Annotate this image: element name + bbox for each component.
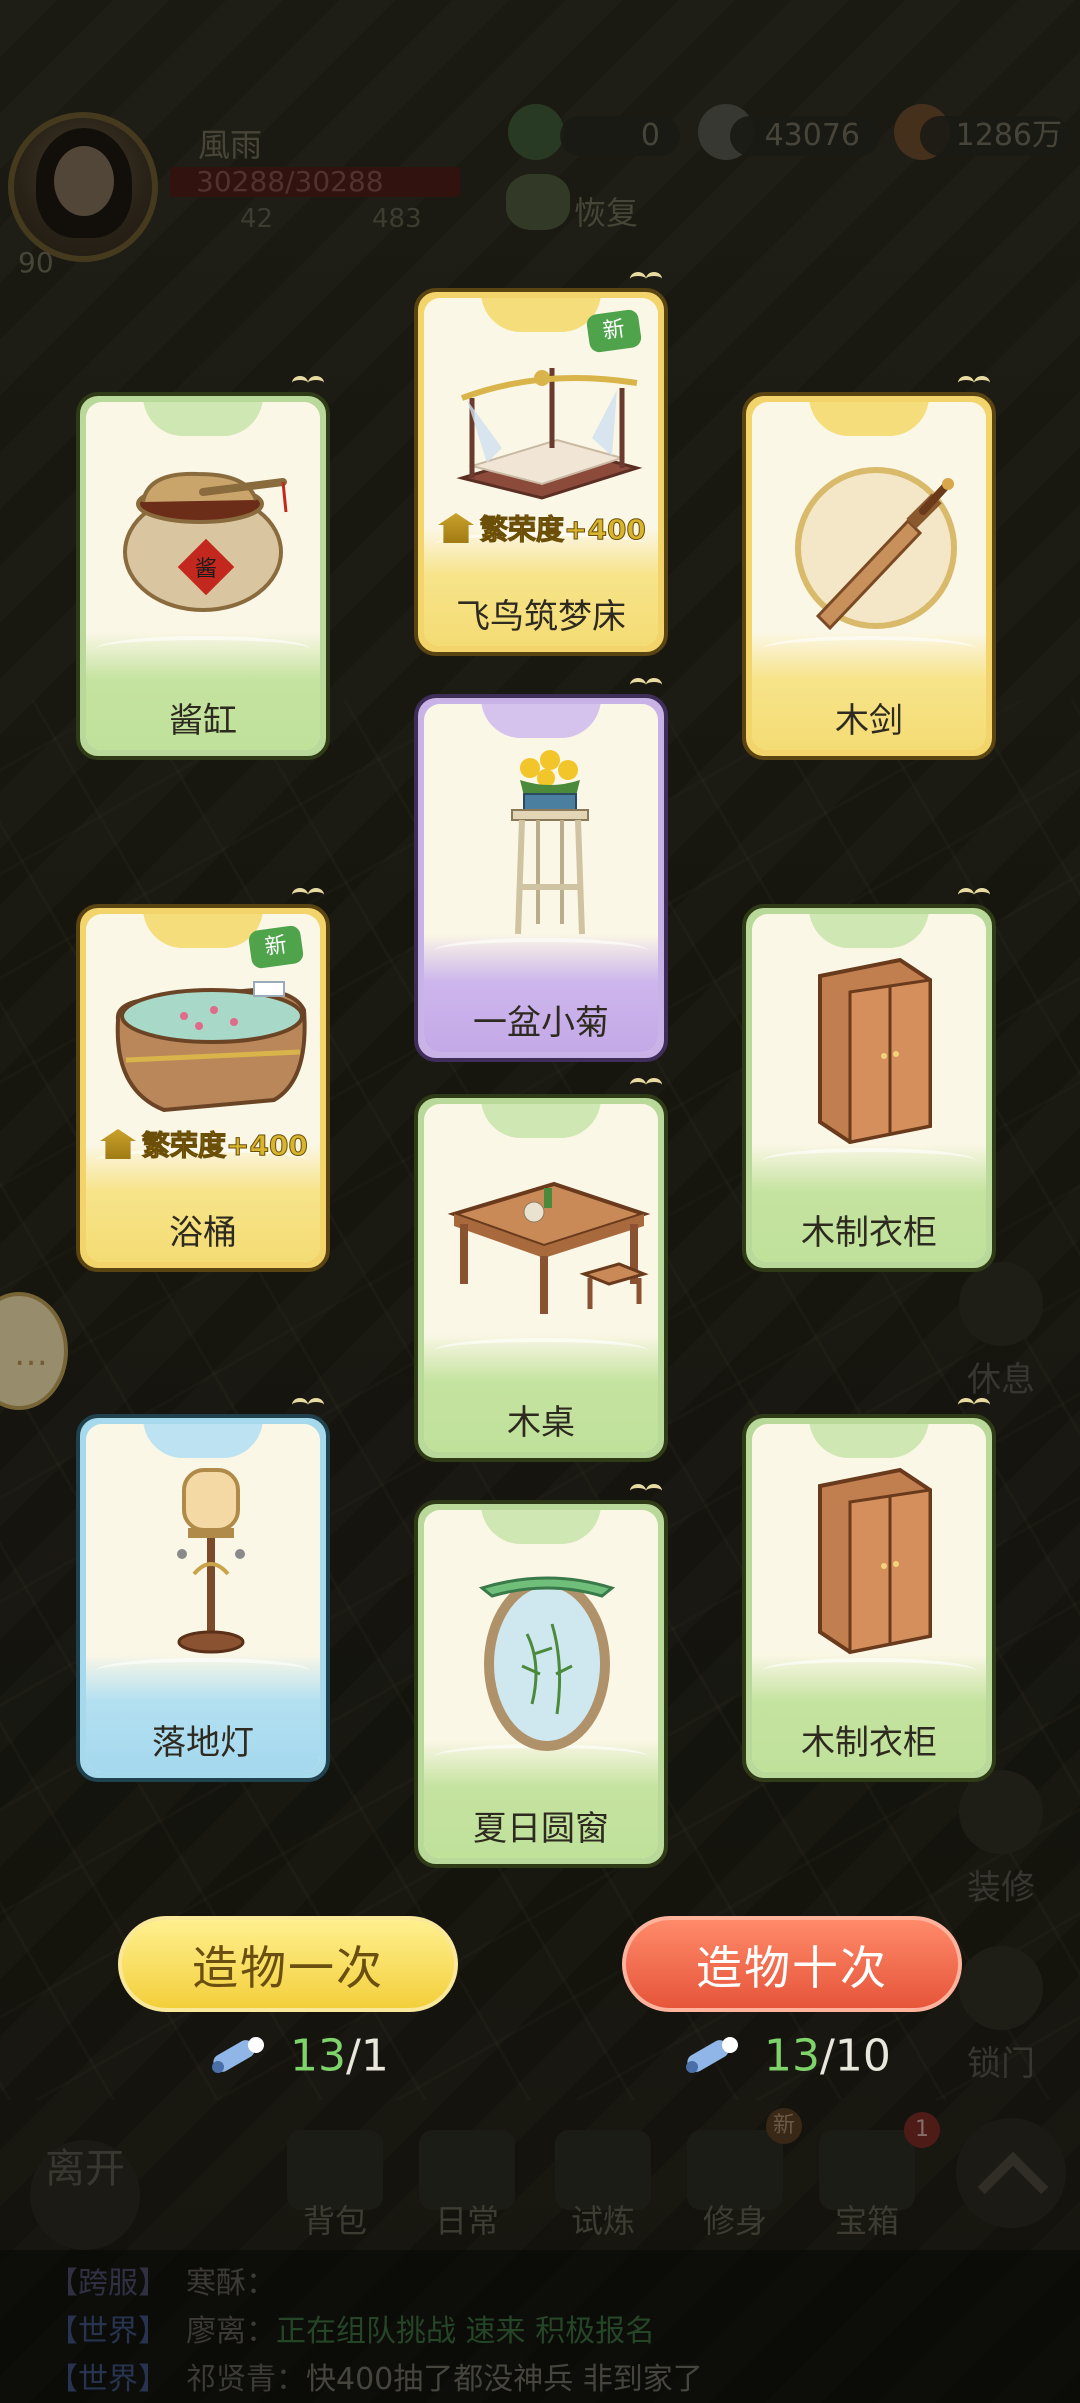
card-wooden-wardrobe[interactable]: 木制衣柜: [742, 1398, 996, 1782]
card-arch: [809, 402, 929, 436]
card-label: 夏日圆窗: [473, 1809, 609, 1849]
card-swirl: [434, 1338, 648, 1364]
card-wooden-sword[interactable]: 木剑: [742, 376, 996, 760]
wardrobe-icon: [818, 957, 932, 1145]
pagoda-icon: [100, 1129, 136, 1159]
bird-ornament: [958, 888, 992, 902]
card-label: 一盆小菊: [473, 1003, 609, 1043]
bird-ornament: [630, 1078, 664, 1092]
card-swirl: [762, 1658, 976, 1684]
card-summer-round-window[interactable]: 夏日圆窗: [414, 1484, 668, 1868]
ticket-required-count: /10: [820, 2030, 891, 2082]
card-wooden-wardrobe[interactable]: 木制衣柜: [742, 888, 996, 1272]
bird-ornament: [292, 376, 326, 390]
card-potted-daisy[interactable]: 一盆小菊: [414, 678, 668, 1062]
canopy-bed-icon: [456, 368, 643, 500]
new-badge: 新: [585, 308, 643, 354]
ticket-required-count: /1: [346, 2030, 389, 2082]
card-label: 飞鸟筑梦床: [456, 597, 626, 637]
craft-once-label: 造物一次: [192, 1941, 384, 1995]
bird-ornament: [292, 888, 326, 902]
scroll-ticket-icon: [206, 2033, 272, 2079]
prosperity-text: 繁荣度+400: [480, 513, 647, 547]
prosperity-bonus: 繁荣度+400: [438, 508, 654, 548]
card-bathtub[interactable]: 新 繁荣度+400 浴桶: [76, 888, 330, 1272]
card-swirl: [762, 636, 976, 662]
card-arch: [481, 704, 601, 738]
floor-lamp-icon: [177, 1468, 245, 1654]
card-arch: [481, 1104, 601, 1138]
card-label: 浴桶: [169, 1213, 237, 1253]
card-label: 木制衣柜: [801, 1723, 937, 1763]
round-window-icon: [478, 1576, 616, 1751]
card-arch: [809, 1424, 929, 1458]
prosperity-text: 繁荣度+400: [142, 1129, 309, 1163]
card-swirl: [96, 636, 310, 662]
potted-flower-icon: [511, 750, 589, 935]
card-arch: [143, 1424, 263, 1458]
card-arch: [809, 914, 929, 948]
bird-ornament: [630, 272, 664, 286]
prosperity-bonus: 繁荣度+400: [100, 1124, 316, 1164]
bathtub-icon: [115, 981, 307, 1113]
table-icon: [447, 1181, 651, 1314]
card-label: 酱缸: [169, 701, 237, 741]
bird-ornament: [630, 678, 664, 692]
wardrobe-icon: [818, 1467, 932, 1655]
card-label: 落地灯: [152, 1723, 254, 1763]
card-label: 木桌: [507, 1403, 575, 1443]
card-label: 木剑: [835, 701, 903, 741]
craft-ten-button[interactable]: 造物十次: [622, 1916, 962, 2012]
card-arch: [481, 1510, 601, 1544]
bird-ornament: [292, 1398, 326, 1412]
card-label: 木制衣柜: [801, 1213, 937, 1253]
craft-ten-cost: 13/10: [680, 2028, 891, 2082]
sauce-jar-icon: 酱: [123, 471, 288, 612]
craft-ten-label: 造物十次: [696, 1941, 888, 1995]
card-floor-lamp[interactable]: 落地灯: [76, 1398, 330, 1782]
bird-ornament: [958, 376, 992, 390]
new-badge: 新: [247, 924, 305, 970]
ticket-owned-count: 13: [764, 2030, 820, 2082]
card-arch: [143, 402, 263, 436]
bird-ornament: [630, 1484, 664, 1498]
scroll-ticket-icon: [680, 2033, 746, 2079]
craft-once-cost: 13/1: [206, 2028, 389, 2082]
bird-ornament: [958, 1398, 992, 1412]
ticket-owned-count: 13: [290, 2030, 346, 2082]
svg-text:酱: 酱: [195, 557, 217, 582]
card-swirl: [762, 1148, 976, 1174]
card-arch: [143, 914, 263, 948]
wooden-sword-icon: [795, 467, 957, 631]
card-bird-dream-bed[interactable]: 新 繁荣度+400 飞鸟筑梦床: [414, 272, 668, 656]
card-wooden-table[interactable]: 木桌: [414, 1078, 668, 1462]
pagoda-icon: [438, 513, 474, 543]
craft-once-button[interactable]: 造物一次: [118, 1916, 458, 2012]
card-sauce-jar[interactable]: 酱 酱缸: [76, 376, 330, 760]
card-arch: [481, 298, 601, 332]
